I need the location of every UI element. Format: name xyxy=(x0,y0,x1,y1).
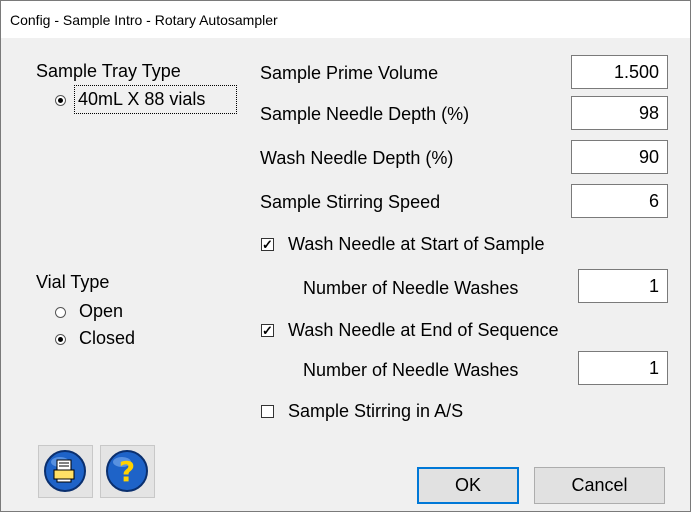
title-bar: Config - Sample Intro - Rotary Autosampl… xyxy=(1,1,690,38)
help-button[interactable]: ? xyxy=(100,445,155,498)
stirring-speed-field[interactable]: 6 xyxy=(571,184,668,218)
help-glyph: ? xyxy=(119,455,135,488)
window-title: Config - Sample Intro - Rotary Autosampl… xyxy=(10,12,278,28)
sample-depth-field[interactable]: 98 xyxy=(571,96,668,130)
wash-start-count-label: Number of Needle Washes xyxy=(303,278,519,298)
ok-button[interactable]: OK xyxy=(417,467,519,504)
vial-open-radio[interactable] xyxy=(55,307,66,318)
wash-depth-label: Wash Needle Depth (%) xyxy=(260,148,454,168)
wash-end-count-field[interactable]: 1 xyxy=(578,351,668,385)
prime-volume-field[interactable]: 1.500 xyxy=(571,55,668,89)
wash-end-count-label: Number of Needle Washes xyxy=(303,360,519,380)
stir-in-as-label[interactable]: Sample Stirring in A/S xyxy=(288,401,463,422)
tray-40ml-radio[interactable] xyxy=(55,95,66,106)
wash-end-label[interactable]: Wash Needle at End of Sequence xyxy=(288,320,559,341)
help-icon: ? xyxy=(106,450,148,492)
vial-closed-radio[interactable] xyxy=(55,334,66,345)
wash-start-count-field[interactable]: 1 xyxy=(578,269,668,303)
wash-start-label[interactable]: Wash Needle at Start of Sample xyxy=(288,234,544,255)
wash-depth-field[interactable]: 90 xyxy=(571,140,668,174)
cancel-button[interactable]: Cancel xyxy=(534,467,665,504)
tray-type-heading: Sample Tray Type xyxy=(36,61,181,81)
vial-type-heading: Vial Type xyxy=(36,272,110,292)
config-dialog: Config - Sample Intro - Rotary Autosampl… xyxy=(0,0,691,512)
print-button[interactable] xyxy=(38,445,93,498)
vial-open-label[interactable]: Open xyxy=(79,301,123,322)
sample-depth-label: Sample Needle Depth (%) xyxy=(260,104,470,124)
wash-end-checkbox[interactable]: ✓ xyxy=(261,324,274,337)
print-icon xyxy=(44,450,86,492)
vial-closed-label[interactable]: Closed xyxy=(79,328,135,349)
wash-start-checkbox[interactable]: ✓ xyxy=(261,238,274,251)
prime-volume-label: Sample Prime Volume xyxy=(260,63,439,83)
stirring-speed-label: Sample Stirring Speed xyxy=(260,192,441,212)
stir-in-as-checkbox[interactable] xyxy=(261,405,274,418)
tray-40ml-label[interactable]: 40mL X 88 vials xyxy=(78,89,205,110)
